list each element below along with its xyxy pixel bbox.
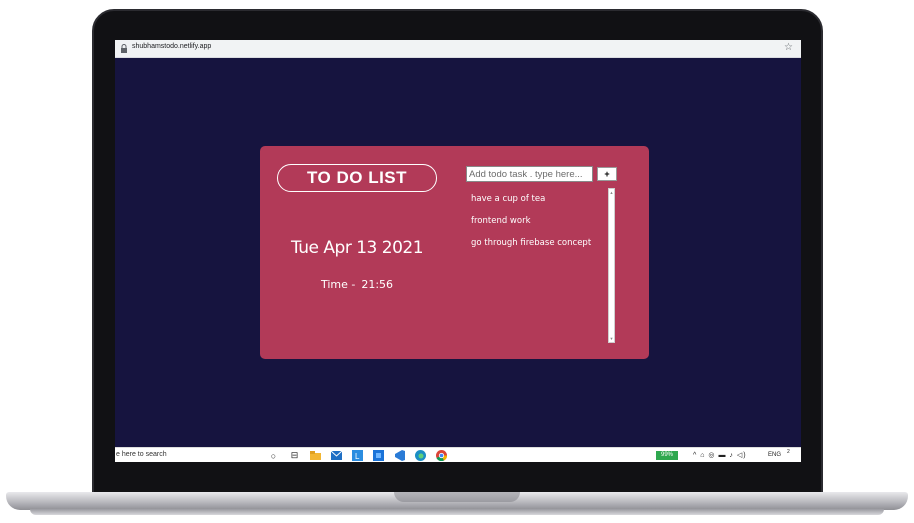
todo-item[interactable]: go through firebase concept: [466, 236, 614, 258]
laptop-base-bottom: [30, 509, 884, 515]
date-display: Tue Apr 13 2021: [290, 238, 424, 258]
todo-item[interactable]: have a cup of tea: [466, 192, 614, 214]
scroll-down-arrow-icon[interactable]: ▼: [609, 336, 614, 341]
file-explorer-icon[interactable]: [309, 450, 322, 462]
taskbar: e here to search ○ ⊟ L 99% ^ ⌂ ◎ ▬ ♪ ◁) …: [115, 447, 801, 462]
mail-icon[interactable]: [330, 450, 343, 462]
star-icon[interactable]: ☆: [784, 42, 793, 53]
app-title: TO DO LIST: [277, 164, 437, 192]
task-view-icon[interactable]: ⊟: [288, 450, 301, 462]
taskbar-apps: ○ ⊟ L: [267, 449, 448, 462]
cortana-icon[interactable]: ○: [267, 450, 280, 462]
language-indicator[interactable]: ENG: [768, 452, 781, 458]
edge-icon[interactable]: [414, 450, 427, 462]
lock-icon: [121, 44, 127, 53]
add-todo-button[interactable]: +: [597, 167, 617, 181]
battery-indicator[interactable]: 99%: [656, 451, 678, 460]
app-l-icon[interactable]: L: [351, 450, 364, 462]
chrome-icon[interactable]: [435, 450, 448, 462]
url-text[interactable]: shubhamstodo.netlify.app: [132, 43, 211, 50]
taskbar-search[interactable]: e here to search: [116, 451, 167, 458]
system-tray[interactable]: ^ ⌂ ◎ ▬ ♪ ◁): [693, 451, 747, 459]
svg-text:L: L: [355, 452, 360, 461]
todo-list-scrollbar[interactable]: ▲ ▼: [608, 188, 615, 343]
vscode-icon[interactable]: [393, 450, 406, 462]
time-display: Time - 21:56: [260, 278, 454, 291]
time-label: Time -: [320, 278, 356, 291]
scroll-up-arrow-icon[interactable]: ▲: [609, 190, 614, 195]
todo-list: have a cup of tea frontend work go throu…: [466, 192, 614, 258]
time-value: 21:56: [361, 278, 394, 291]
todo-input[interactable]: [466, 166, 593, 182]
todo-item[interactable]: frontend work: [466, 214, 614, 236]
screen: shubhamstodo.netlify.app ☆ TO DO LIST Tu…: [115, 40, 801, 462]
taskbar-clock[interactable]: 2: [787, 449, 790, 455]
laptop-notch: [394, 492, 520, 502]
store-icon[interactable]: [372, 450, 385, 462]
todo-card: TO DO LIST Tue Apr 13 2021 Time - 21:56 +…: [260, 146, 649, 359]
browser-address-bar[interactable]: shubhamstodo.netlify.app ☆: [115, 40, 801, 58]
